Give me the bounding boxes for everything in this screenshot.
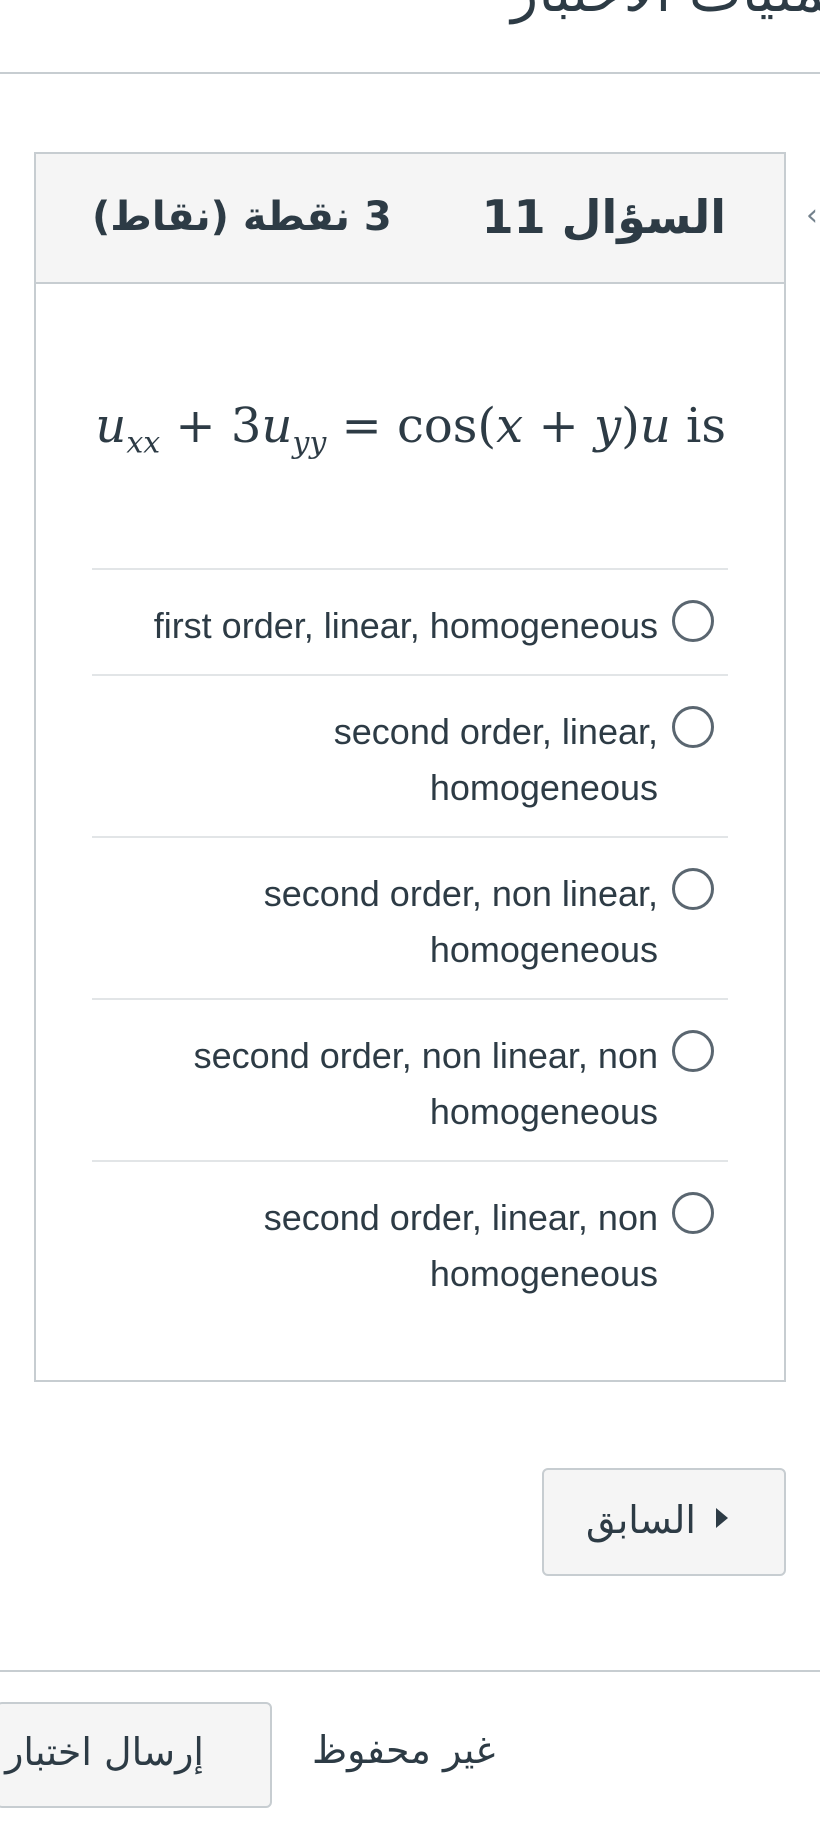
eq-var: u [261, 398, 293, 454]
eq-var: u [95, 398, 127, 454]
question-header: السؤال 11 3 نقطة (نقاط) [36, 154, 784, 284]
answer-label: second order, non linear, non homogeneou… [193, 1035, 658, 1132]
answer-label: second order, non linear, homogeneous [263, 873, 658, 970]
quiz-page: عمليات الاختبار ‹ السؤال 11 3 نقطة (نقاط… [0, 0, 820, 1824]
divider [0, 72, 820, 74]
question-points: 3 نقطة (نقاط) [92, 194, 392, 240]
previous-button[interactable]: السابق [542, 1468, 786, 1576]
radio-button[interactable] [672, 1030, 714, 1072]
radio-button[interactable] [672, 600, 714, 642]
radio-button[interactable] [672, 706, 714, 748]
eq-var: u [639, 398, 671, 454]
question-text: uxx + 3uyy = cos(x + y)u is [36, 398, 726, 478]
page-title: عمليات الاختبار [380, 0, 820, 40]
eq-term: is [670, 398, 726, 454]
eq-term: + 3 [160, 398, 262, 454]
question-card: السؤال 11 3 نقطة (نقاط) uxx + 3uyy = cos… [34, 152, 786, 1382]
answer-label: second order, linear, homogeneous [333, 711, 658, 808]
submit-quiz-label: إرسال اختبار [5, 1730, 204, 1774]
eq-subscript: yy [292, 425, 327, 461]
submit-quiz-button[interactable]: إرسال اختبار [0, 1702, 272, 1808]
answer-option[interactable]: second order, linear, non homogeneous [92, 1160, 728, 1322]
answer-label: first order, linear, homogeneous [153, 605, 658, 646]
eq-term: + [523, 398, 594, 454]
radio-button[interactable] [672, 1192, 714, 1234]
eq-var: x [496, 398, 524, 454]
play-arrow-icon [716, 1508, 728, 1528]
answer-option[interactable]: second order, linear, homogeneous [92, 674, 728, 836]
eq-subscript: xx [126, 425, 161, 461]
answer-option[interactable]: first order, linear, homogeneous [92, 568, 728, 674]
divider [0, 1670, 820, 1672]
previous-question-icon[interactable]: ‹ [806, 196, 820, 236]
eq-term: ) [621, 398, 640, 454]
eq-var: y [593, 398, 622, 454]
answer-option[interactable]: second order, non linear, non homogeneou… [92, 998, 728, 1160]
radio-button[interactable] [672, 868, 714, 910]
previous-button-label: السابق [586, 1498, 696, 1542]
answer-option[interactable]: second order, non linear, homogeneous [92, 836, 728, 998]
answer-label: second order, linear, non homogeneous [263, 1197, 658, 1294]
save-status: غير محفوظ [312, 1728, 496, 1772]
question-name: السؤال 11 [481, 190, 726, 244]
eq-term: = cos( [326, 398, 497, 454]
answer-list: first order, linear, homogeneous second … [92, 568, 728, 1322]
